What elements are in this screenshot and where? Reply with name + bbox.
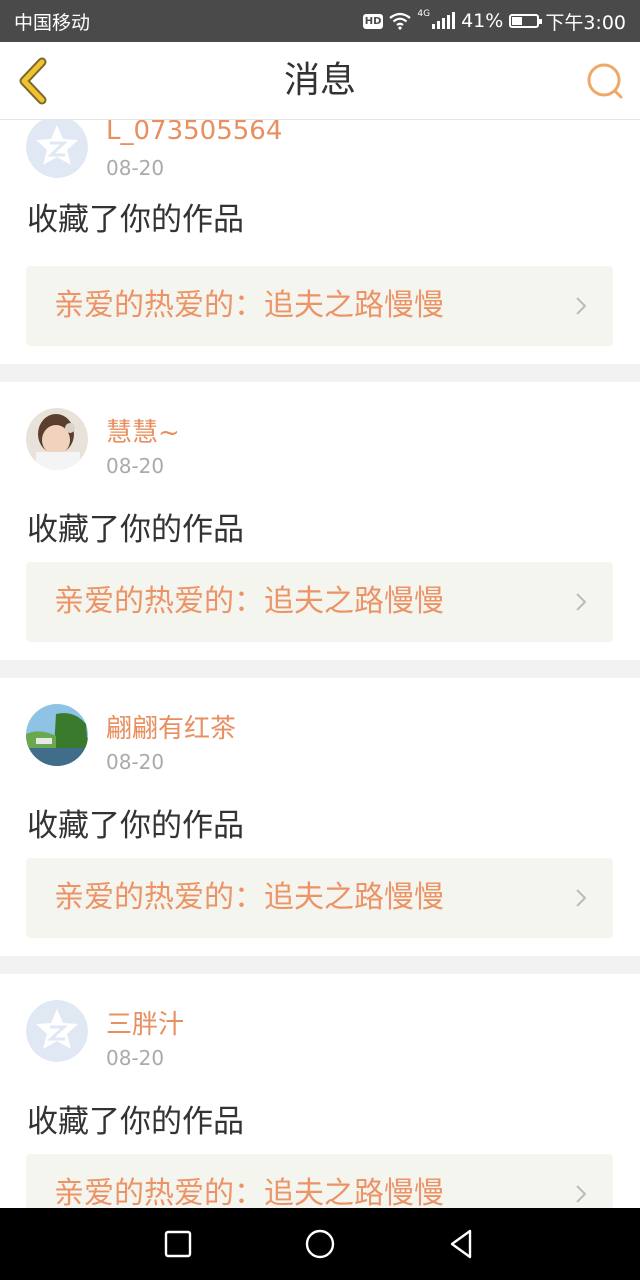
status-bar: 中国移动 HD 4G 41% 下午3:00 bbox=[0, 0, 640, 42]
system-nav-bar bbox=[0, 1208, 640, 1280]
user-avatar[interactable] bbox=[26, 408, 88, 470]
carrier-label: 中国移动 bbox=[14, 11, 91, 34]
action-text: 收藏了你的作品 bbox=[27, 202, 244, 238]
signal-icon bbox=[432, 12, 456, 29]
work-link[interactable]: 亲爱的热爱的：追夫之路慢慢 bbox=[26, 858, 613, 938]
clock: 下午3:00 bbox=[545, 11, 626, 34]
work-title: 亲爱的热爱的：追夫之路慢慢 bbox=[54, 1176, 444, 1208]
default-avatar-icon bbox=[26, 120, 88, 178]
username[interactable]: 翩翩有红茶 bbox=[106, 708, 236, 745]
photo-avatar-girl-icon bbox=[26, 408, 88, 470]
default-avatar-icon bbox=[26, 1000, 88, 1062]
message-item: 翩翩有红茶 08-20 收藏了你的作品 亲爱的热爱的：追夫之路慢慢 bbox=[0, 678, 640, 956]
message-list[interactable]: L_073505564 08-20 收藏了你的作品 亲爱的热爱的：追夫之路慢慢 … bbox=[0, 120, 640, 1208]
recents-button[interactable] bbox=[160, 1226, 196, 1262]
user-avatar[interactable] bbox=[26, 120, 88, 178]
search-button[interactable] bbox=[584, 60, 626, 102]
battery-percent: 41% bbox=[461, 10, 504, 32]
app-header: 消息 bbox=[0, 42, 640, 120]
message-date: 08-20 bbox=[106, 156, 165, 180]
message-date: 08-20 bbox=[106, 750, 165, 774]
work-title: 亲爱的热爱的：追夫之路慢慢 bbox=[54, 880, 444, 915]
system-back-button[interactable] bbox=[444, 1226, 480, 1262]
username[interactable]: 三胖汁 bbox=[106, 1004, 184, 1041]
recents-icon bbox=[164, 1230, 192, 1258]
work-link[interactable]: 亲爱的热爱的：追夫之路慢慢 bbox=[26, 562, 613, 642]
back-icon bbox=[450, 1229, 472, 1259]
work-title: 亲爱的热爱的：追夫之路慢慢 bbox=[54, 584, 444, 619]
chevron-right-icon bbox=[576, 297, 587, 315]
status-icons: HD 4G 41% 下午3:00 bbox=[362, 8, 626, 35]
work-link[interactable]: 亲爱的热爱的：追夫之路慢慢 bbox=[26, 266, 613, 346]
action-text: 收藏了你的作品 bbox=[27, 512, 244, 548]
work-title: 亲爱的热爱的：追夫之路慢慢 bbox=[54, 288, 444, 323]
username[interactable]: 慧慧~ bbox=[106, 412, 180, 449]
home-icon bbox=[305, 1229, 335, 1259]
chevron-right-icon bbox=[576, 889, 587, 907]
network-type: 4G bbox=[417, 9, 431, 19]
message-item: 慧慧~ 08-20 收藏了你的作品 亲爱的热爱的：追夫之路慢慢 bbox=[0, 382, 640, 660]
search-icon bbox=[587, 63, 623, 99]
action-text: 收藏了你的作品 bbox=[27, 1104, 244, 1140]
message-date: 08-20 bbox=[106, 1046, 165, 1070]
chevron-right-icon bbox=[576, 1185, 587, 1203]
wifi-icon bbox=[389, 12, 412, 30]
message-item: L_073505564 08-20 收藏了你的作品 亲爱的热爱的：追夫之路慢慢 bbox=[0, 120, 640, 364]
photo-avatar-landscape-icon bbox=[26, 704, 88, 766]
user-avatar[interactable] bbox=[26, 1000, 88, 1062]
page-title: 消息 bbox=[283, 60, 356, 101]
work-link[interactable]: 亲爱的热爱的：追夫之路慢慢 bbox=[26, 1154, 613, 1208]
home-button[interactable] bbox=[302, 1226, 338, 1262]
username[interactable]: L_073505564 bbox=[106, 120, 282, 146]
hd-icon: HD bbox=[362, 13, 384, 29]
battery-icon bbox=[509, 14, 543, 28]
user-avatar[interactable] bbox=[26, 704, 88, 766]
action-text: 收藏了你的作品 bbox=[27, 808, 244, 844]
message-item: 三胖汁 08-20 收藏了你的作品 亲爱的热爱的：追夫之路慢慢 bbox=[0, 974, 640, 1208]
message-date: 08-20 bbox=[106, 454, 165, 478]
chevron-right-icon bbox=[576, 593, 587, 611]
